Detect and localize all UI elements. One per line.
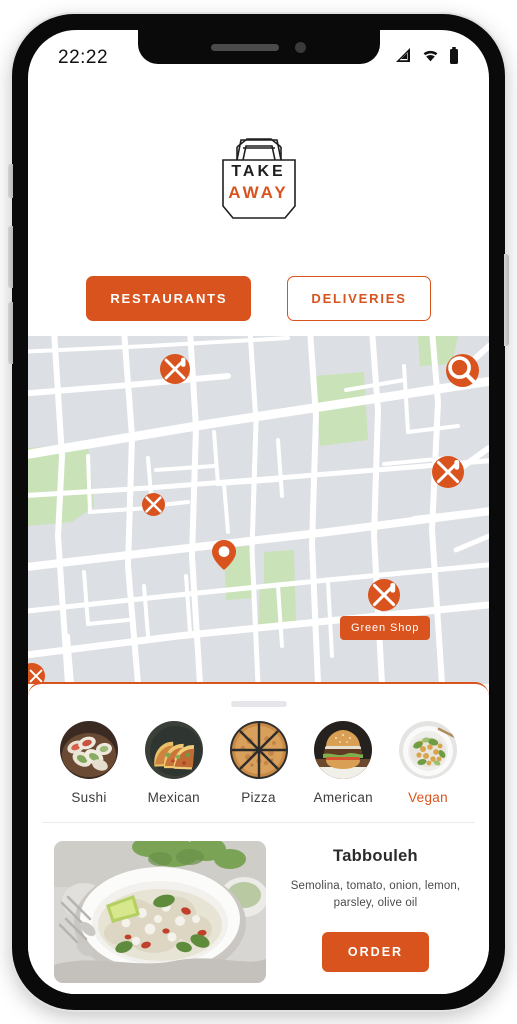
category-item-pizza[interactable]: Pizza (224, 721, 294, 805)
signal-icon (395, 48, 412, 68)
shop-label-green-shop[interactable]: Green Shop (340, 616, 431, 640)
category-label-pizza: Pizza (241, 790, 276, 805)
restaurant-pin-icon[interactable] (160, 354, 190, 384)
mode-tab-row: RESTAURANTS DELIVERIES (28, 276, 489, 321)
location-pin-icon[interactable] (212, 540, 236, 570)
salad-bowl-thumbnail (399, 721, 457, 779)
wifi-icon (421, 48, 440, 68)
phone-frame: 22:22 TAKE AWAY RESTAURANTS DELIVERIES G… (8, 14, 509, 1010)
tab-deliveries[interactable]: DELIVERIES (287, 276, 431, 321)
category-label-american: American (313, 790, 373, 805)
volume-up-button[interactable] (8, 226, 13, 288)
logo-text: TAKE AWAY (28, 162, 489, 204)
silent-switch-button[interactable] (8, 164, 13, 198)
order-button[interactable]: ORDER (321, 932, 430, 972)
status-time: 22:22 (58, 47, 109, 68)
dish-title: Tabbouleh (333, 847, 418, 865)
app-logo: TAKE AWAY (28, 118, 489, 226)
dish-card: Tabbouleh Semolina, tomato, onion, lemon… (28, 823, 489, 983)
tacos-thumbnail (144, 721, 203, 779)
power-button[interactable] (504, 254, 509, 346)
category-label-mexican: Mexican (147, 790, 200, 805)
restaurant-pin-icon[interactable] (142, 493, 165, 516)
restaurant-pin-icon[interactable] (28, 663, 45, 684)
restaurant-pin-icon[interactable] (368, 579, 400, 611)
map-search-button[interactable] (446, 354, 479, 387)
tab-restaurants[interactable]: RESTAURANTS (86, 276, 252, 321)
logo-line-take: TAKE (231, 163, 286, 180)
dish-description: Semolina, tomato, onion, lemon, parsley,… (290, 880, 461, 909)
bottom-sheet: Sushi Mexican Pizza American Vegan Tabbo… (28, 682, 489, 994)
status-icons (395, 47, 459, 69)
burger-thumbnail (314, 721, 373, 779)
category-list: Sushi Mexican Pizza American Vegan (28, 707, 489, 805)
phone-screen: 22:22 TAKE AWAY RESTAURANTS DELIVERIES G… (28, 30, 489, 994)
sushi-thumbnail (60, 721, 118, 779)
dish-info: Tabbouleh Semolina, tomato, onion, lemon… (284, 841, 467, 983)
category-label-vegan: Vegan (408, 790, 448, 805)
category-item-american[interactable]: American (308, 721, 378, 805)
logo-line-away: AWAY (228, 183, 289, 202)
category-item-mexican[interactable]: Mexican (139, 721, 209, 805)
phone-notch (137, 30, 380, 64)
pizza-thumbnail (229, 721, 288, 779)
speaker-grille-icon (211, 43, 279, 51)
map-view[interactable]: Green Shop (28, 336, 489, 684)
battery-icon (449, 47, 459, 69)
category-item-vegan[interactable]: Vegan (393, 721, 463, 805)
front-camera-icon (295, 41, 306, 53)
category-item-sushi[interactable]: Sushi (54, 721, 124, 805)
tabbouleh-photo (54, 841, 266, 983)
category-label-sushi: Sushi (71, 790, 107, 805)
restaurant-pin-icon[interactable] (432, 456, 464, 488)
volume-down-button[interactable] (8, 302, 13, 364)
